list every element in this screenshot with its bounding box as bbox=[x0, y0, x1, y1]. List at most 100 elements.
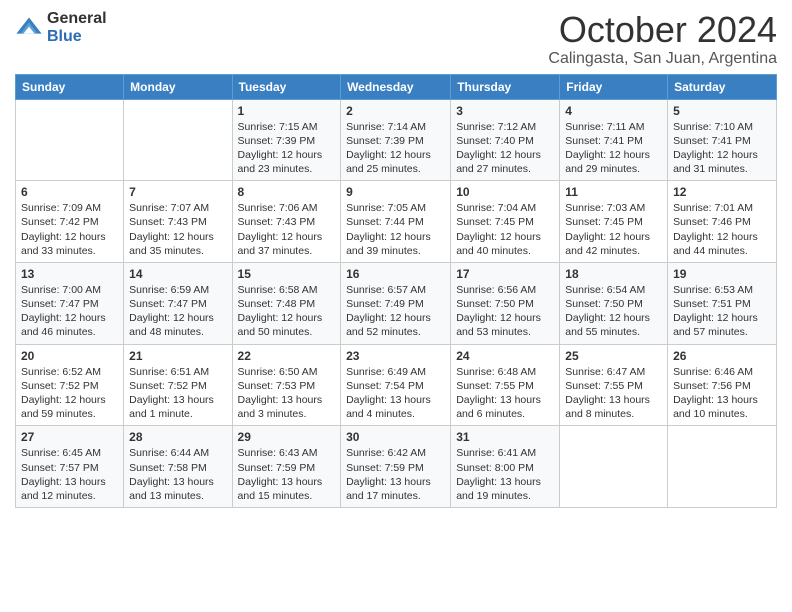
day-info: Sunrise: 6:43 AMSunset: 7:59 PMDaylight:… bbox=[238, 446, 336, 503]
day-info: Sunrise: 7:07 AMSunset: 7:43 PMDaylight:… bbox=[129, 201, 226, 258]
calendar-cell: 12 Sunrise: 7:01 AMSunset: 7:46 PMDayligh… bbox=[668, 181, 777, 263]
day-number: 22 bbox=[238, 349, 336, 363]
calendar-cell: 7 Sunrise: 7:07 AMSunset: 7:43 PMDaylight… bbox=[124, 181, 232, 263]
day-info: Sunrise: 6:53 AMSunset: 7:51 PMDaylight:… bbox=[673, 283, 771, 340]
day-info: Sunrise: 6:56 AMSunset: 7:50 PMDaylight:… bbox=[456, 283, 554, 340]
calendar-cell: 9Sunrise: 7:05 AMSunset: 7:44 PMDaylight… bbox=[341, 181, 451, 263]
day-number: 2 bbox=[346, 104, 445, 118]
day-info: Sunrise: 7:10 AMSunset: 7:41 PMDaylight:… bbox=[673, 120, 771, 177]
weekday-header-monday: Monday bbox=[124, 74, 232, 99]
day-number: 30 bbox=[346, 430, 445, 444]
day-info: Sunrise: 6:44 AMSunset: 7:58 PMDaylight:… bbox=[129, 446, 226, 503]
calendar-week-row: 20Sunrise: 6:52 AMSunset: 7:52 PMDayligh… bbox=[16, 344, 777, 426]
day-number: 4 bbox=[565, 104, 662, 118]
day-info: Sunrise: 7:04 AMSunset: 7:45 PMDaylight:… bbox=[456, 201, 554, 258]
day-number: 13 bbox=[21, 267, 118, 281]
calendar-table: SundayMondayTuesdayWednesdayThursdayFrid… bbox=[15, 74, 777, 508]
day-info: Sunrise: 6:48 AMSunset: 7:55 PMDaylight:… bbox=[456, 365, 554, 422]
calendar-cell: 26Sunrise: 6:46 AMSunset: 7:56 PMDayligh… bbox=[668, 344, 777, 426]
calendar-cell: 30Sunrise: 6:42 AMSunset: 7:59 PMDayligh… bbox=[341, 426, 451, 508]
calendar-cell: 18 Sunrise: 6:54 AMSunset: 7:50 PMDayligh… bbox=[560, 262, 668, 344]
day-number: 14 bbox=[129, 267, 226, 281]
day-number: 27 bbox=[21, 430, 118, 444]
day-info: Sunrise: 7:01 AMSunset: 7:46 PMDaylight:… bbox=[673, 201, 771, 258]
calendar-cell: 3Sunrise: 7:12 AMSunset: 7:40 PMDaylight… bbox=[451, 99, 560, 181]
day-info: Sunrise: 6:52 AMSunset: 7:52 PMDaylight:… bbox=[21, 365, 118, 422]
calendar-page: General Blue October 2024 Calingasta, Sa… bbox=[0, 0, 792, 612]
calendar-cell: 27 Sunrise: 6:45 AMSunset: 7:57 PMDayligh… bbox=[16, 426, 124, 508]
calendar-cell: 8 Sunrise: 7:06 AMSunset: 7:43 PMDaylight… bbox=[232, 181, 341, 263]
day-number: 15 bbox=[238, 267, 336, 281]
day-info: Sunrise: 6:59 AMSunset: 7:47 PMDaylight:… bbox=[129, 283, 226, 340]
day-number: 31 bbox=[456, 430, 554, 444]
title-block: October 2024 Calingasta, San Juan, Argen… bbox=[548, 10, 777, 68]
weekday-header-sunday: Sunday bbox=[16, 74, 124, 99]
weekday-header-saturday: Saturday bbox=[668, 74, 777, 99]
location-title: Calingasta, San Juan, Argentina bbox=[548, 50, 777, 68]
day-number: 26 bbox=[673, 349, 771, 363]
weekday-header-friday: Friday bbox=[560, 74, 668, 99]
calendar-cell: 19Sunrise: 6:53 AMSunset: 7:51 PMDayligh… bbox=[668, 262, 777, 344]
day-number: 7 bbox=[129, 185, 226, 199]
calendar-week-row: 1Sunrise: 7:15 AMSunset: 7:39 PMDaylight… bbox=[16, 99, 777, 181]
day-number: 11 bbox=[565, 185, 662, 199]
day-number: 1 bbox=[238, 104, 336, 118]
calendar-cell: 20Sunrise: 6:52 AMSunset: 7:52 PMDayligh… bbox=[16, 344, 124, 426]
calendar-cell: 24 Sunrise: 6:48 AMSunset: 7:55 PMDayligh… bbox=[451, 344, 560, 426]
day-info: Sunrise: 6:47 AMSunset: 7:55 PMDaylight:… bbox=[565, 365, 662, 422]
day-number: 10 bbox=[456, 185, 554, 199]
month-title: October 2024 bbox=[548, 10, 777, 50]
day-number: 29 bbox=[238, 430, 336, 444]
day-info: Sunrise: 6:57 AMSunset: 7:49 PMDaylight:… bbox=[346, 283, 445, 340]
calendar-cell bbox=[668, 426, 777, 508]
calendar-cell: 31 Sunrise: 6:41 AMSunset: 8:00 PMDayligh… bbox=[451, 426, 560, 508]
calendar-cell bbox=[124, 99, 232, 181]
weekday-header-tuesday: Tuesday bbox=[232, 74, 341, 99]
calendar-cell: 11 Sunrise: 7:03 AMSunset: 7:45 PMDayligh… bbox=[560, 181, 668, 263]
weekday-header-thursday: Thursday bbox=[451, 74, 560, 99]
weekday-header-row: SundayMondayTuesdayWednesdayThursdayFrid… bbox=[16, 74, 777, 99]
day-info: Sunrise: 7:11 AMSunset: 7:41 PMDaylight:… bbox=[565, 120, 662, 177]
day-number: 18 bbox=[565, 267, 662, 281]
calendar-cell: 23Sunrise: 6:49 AMSunset: 7:54 PMDayligh… bbox=[341, 344, 451, 426]
day-number: 12 bbox=[673, 185, 771, 199]
day-number: 25 bbox=[565, 349, 662, 363]
day-info: Sunrise: 6:49 AMSunset: 7:54 PMDaylight:… bbox=[346, 365, 445, 422]
calendar-cell: 10 Sunrise: 7:04 AMSunset: 7:45 PMDayligh… bbox=[451, 181, 560, 263]
logo-general: General bbox=[47, 10, 107, 28]
calendar-cell bbox=[16, 99, 124, 181]
day-info: Sunrise: 6:58 AMSunset: 7:48 PMDaylight:… bbox=[238, 283, 336, 340]
day-info: Sunrise: 7:09 AMSunset: 7:42 PMDaylight:… bbox=[21, 201, 118, 258]
logo: General Blue bbox=[15, 10, 107, 45]
calendar-cell: 28 Sunrise: 6:44 AMSunset: 7:58 PMDayligh… bbox=[124, 426, 232, 508]
day-info: Sunrise: 7:00 AMSunset: 7:47 PMDaylight:… bbox=[21, 283, 118, 340]
day-number: 17 bbox=[456, 267, 554, 281]
calendar-week-row: 27 Sunrise: 6:45 AMSunset: 7:57 PMDayligh… bbox=[16, 426, 777, 508]
day-info: Sunrise: 6:54 AMSunset: 7:50 PMDaylight:… bbox=[565, 283, 662, 340]
calendar-cell: 5Sunrise: 7:10 AMSunset: 7:41 PMDaylight… bbox=[668, 99, 777, 181]
day-info: Sunrise: 7:06 AMSunset: 7:43 PMDaylight:… bbox=[238, 201, 336, 258]
calendar-cell: 22Sunrise: 6:50 AMSunset: 7:53 PMDayligh… bbox=[232, 344, 341, 426]
calendar-cell: 21Sunrise: 6:51 AMSunset: 7:52 PMDayligh… bbox=[124, 344, 232, 426]
calendar-week-row: 13 Sunrise: 7:00 AMSunset: 7:47 PMDayligh… bbox=[16, 262, 777, 344]
day-info: Sunrise: 6:41 AMSunset: 8:00 PMDaylight:… bbox=[456, 446, 554, 503]
day-number: 28 bbox=[129, 430, 226, 444]
logo-blue: Blue bbox=[47, 28, 107, 46]
day-number: 9 bbox=[346, 185, 445, 199]
day-info: Sunrise: 7:03 AMSunset: 7:45 PMDaylight:… bbox=[565, 201, 662, 258]
calendar-cell: 6Sunrise: 7:09 AMSunset: 7:42 PMDaylight… bbox=[16, 181, 124, 263]
calendar-cell: 15 Sunrise: 6:58 AMSunset: 7:48 PMDayligh… bbox=[232, 262, 341, 344]
calendar-cell: 13 Sunrise: 7:00 AMSunset: 7:47 PMDayligh… bbox=[16, 262, 124, 344]
calendar-cell: 17 Sunrise: 6:56 AMSunset: 7:50 PMDayligh… bbox=[451, 262, 560, 344]
calendar-cell: 25 Sunrise: 6:47 AMSunset: 7:55 PMDayligh… bbox=[560, 344, 668, 426]
weekday-header-wednesday: Wednesday bbox=[341, 74, 451, 99]
calendar-cell: 16 Sunrise: 6:57 AMSunset: 7:49 PMDayligh… bbox=[341, 262, 451, 344]
calendar-cell: 14 Sunrise: 6:59 AMSunset: 7:47 PMDayligh… bbox=[124, 262, 232, 344]
day-info: Sunrise: 6:45 AMSunset: 7:57 PMDaylight:… bbox=[21, 446, 118, 503]
day-number: 16 bbox=[346, 267, 445, 281]
calendar-cell: 4 Sunrise: 7:11 AMSunset: 7:41 PMDaylight… bbox=[560, 99, 668, 181]
day-number: 8 bbox=[238, 185, 336, 199]
calendar-cell: 29 Sunrise: 6:43 AMSunset: 7:59 PMDayligh… bbox=[232, 426, 341, 508]
day-number: 24 bbox=[456, 349, 554, 363]
day-info: Sunrise: 7:12 AMSunset: 7:40 PMDaylight:… bbox=[456, 120, 554, 177]
